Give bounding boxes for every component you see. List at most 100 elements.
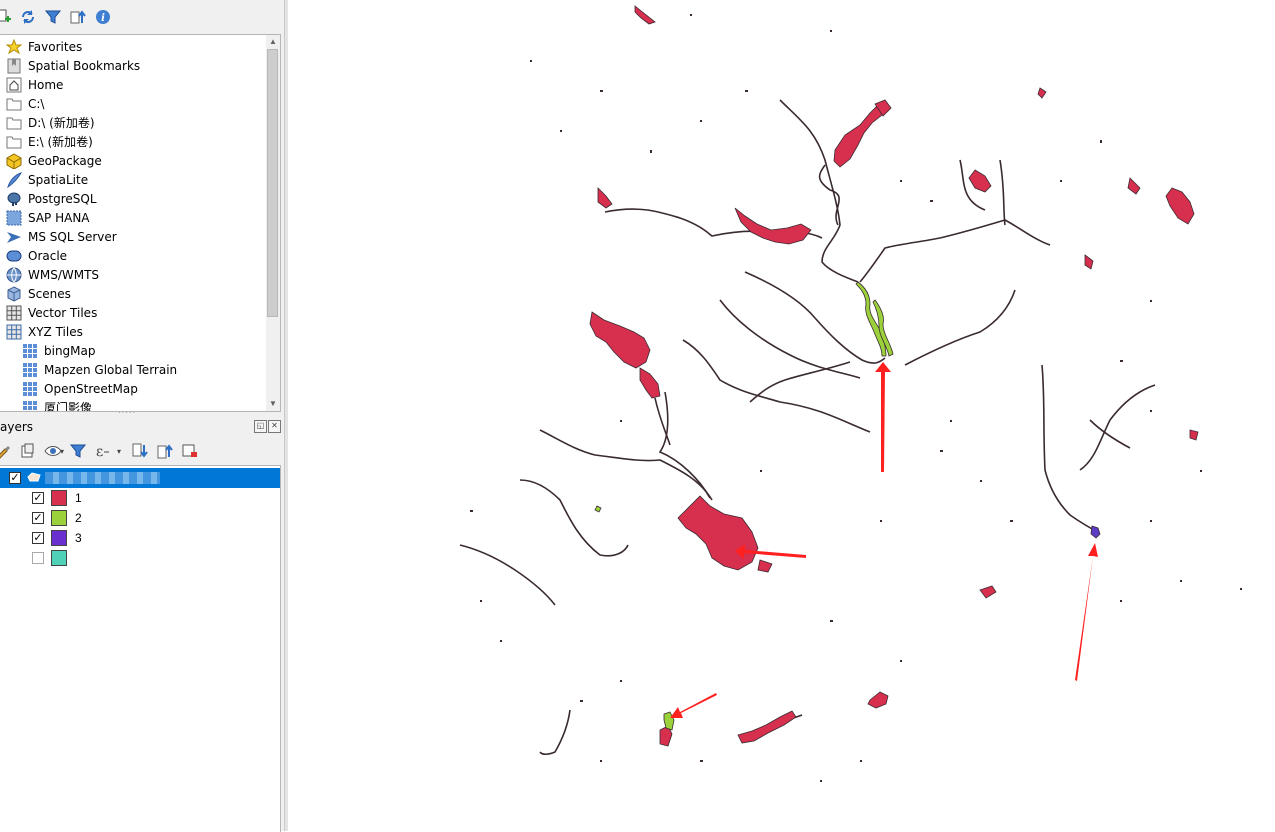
tree-item-label: XYZ Tiles xyxy=(28,324,83,339)
tree-item-label: Oracle xyxy=(28,248,68,263)
scroll-down-icon[interactable]: ▼ xyxy=(268,399,278,409)
tree-item-label: Favorites xyxy=(28,39,83,54)
collapse-all-icon[interactable] xyxy=(69,8,87,26)
tree-item-wms-wmts[interactable]: WMS/WMTS xyxy=(6,265,266,284)
scroll-up-icon[interactable]: ▲ xyxy=(268,37,278,47)
add-selected-layers-icon[interactable] xyxy=(0,8,14,26)
tree-item-openstreetmap[interactable]: OpenStreetMap xyxy=(22,379,266,398)
collapse-all-icon[interactable] xyxy=(156,442,174,460)
tile-grid-icon xyxy=(22,343,38,359)
scrollbar-thumb[interactable] xyxy=(267,49,278,317)
tree-item-spatial-bookmarks[interactable]: Spatial Bookmarks xyxy=(6,56,266,75)
tree-item-c-drive[interactable]: C:\ xyxy=(6,94,266,113)
tree-item-mapzen[interactable]: Mapzen Global Terrain xyxy=(22,360,266,379)
tree-item-favorites[interactable]: Favorites xyxy=(6,37,266,56)
style-brush-icon[interactable] xyxy=(0,442,12,460)
category-label: 2 xyxy=(75,511,82,525)
filter-browser-icon[interactable] xyxy=(44,8,62,26)
tree-item-xyz-tiles[interactable]: XYZ Tiles xyxy=(6,322,266,341)
layers-tree[interactable]: ✓ ✓ 1 ✓ 2 ✓ 3 xyxy=(0,465,281,832)
category-label: 3 xyxy=(75,531,82,545)
tree-item-home[interactable]: Home xyxy=(6,75,266,94)
tree-item-label: Mapzen Global Terrain xyxy=(44,362,178,377)
category-checkbox[interactable]: ✓ xyxy=(32,532,44,544)
layer-visibility-checkbox[interactable]: ✓ xyxy=(9,472,21,484)
tree-item-label: SAP HANA xyxy=(28,210,90,225)
tree-item-label: C:\ xyxy=(28,96,45,111)
layer-name-redacted xyxy=(45,472,160,484)
cube-icon xyxy=(6,285,22,302)
legend-category-row[interactable]: ✓ 2 xyxy=(0,508,280,528)
layers-panel-title: ayers xyxy=(0,420,34,434)
postgresql-elephant-icon xyxy=(6,191,22,207)
dropdown-arrow-icon[interactable]: ▾ xyxy=(110,442,128,460)
tile-grid-icon xyxy=(22,362,38,378)
water-polygons xyxy=(589,5,1199,747)
category-checkbox[interactable]: ✓ xyxy=(32,492,44,504)
grid-icon xyxy=(6,324,22,340)
tree-item-label: PostgreSQL xyxy=(28,191,97,206)
spatialite-feather-icon xyxy=(6,171,22,188)
splitter-grip[interactable]: ····· xyxy=(118,409,148,417)
tree-item-label: Vector Tiles xyxy=(28,305,98,320)
tree-item-label: D:\ (新加卷) xyxy=(28,116,95,130)
mssql-icon xyxy=(6,229,22,245)
refresh-icon[interactable] xyxy=(19,8,37,26)
folder-icon xyxy=(6,134,22,150)
legend-category-row[interactable]: ✓ 1 xyxy=(0,488,280,508)
tree-item-label: MS SQL Server xyxy=(28,229,117,244)
properties-info-icon[interactable]: i xyxy=(94,8,112,26)
tree-item-e-drive[interactable]: E:\ (新加卷) xyxy=(6,132,266,151)
close-panel-icon[interactable]: ✕ xyxy=(268,420,281,433)
remove-layer-icon[interactable] xyxy=(181,442,199,460)
tree-item-postgresql[interactable]: PostgreSQL xyxy=(6,189,266,208)
layers-panel-header: ayers ◱ ✕ xyxy=(0,417,283,437)
browser-scrollbar[interactable]: ▲ ▼ xyxy=(266,34,281,412)
tree-item-vector-tiles[interactable]: Vector Tiles xyxy=(6,303,266,322)
tree-item-label: E:\ (新加卷) xyxy=(28,135,93,149)
tree-item-label: WMS/WMTS xyxy=(28,267,100,282)
geopackage-icon xyxy=(6,152,22,169)
tree-item-mssql[interactable]: MS SQL Server xyxy=(6,227,266,246)
tree-item-geopackage[interactable]: GeoPackage xyxy=(6,151,266,170)
legend-category-row[interactable] xyxy=(0,548,280,568)
grid-icon xyxy=(6,305,22,321)
folder-icon xyxy=(6,115,22,131)
category-color-swatch xyxy=(51,530,67,546)
filter-legend-icon[interactable] xyxy=(69,442,87,460)
left-dock-panel: i Favorites Spatial Bookmarks Home C:\ D… xyxy=(0,0,287,832)
tree-item-sap-hana[interactable]: SAP HANA xyxy=(6,208,266,227)
tree-item-d-drive[interactable]: D:\ (新加卷) xyxy=(6,113,266,132)
layer-row-main[interactable]: ✓ xyxy=(0,468,280,488)
tree-item-spatialite[interactable]: SpatiaLite xyxy=(6,170,266,189)
tree-item-bingmap[interactable]: bingMap xyxy=(22,341,266,360)
browser-toolbar: i xyxy=(0,0,280,34)
float-panel-icon[interactable]: ◱ xyxy=(254,420,267,433)
tree-item-xiamen-imagery[interactable]: 厦门影像 xyxy=(22,398,266,412)
river-network-lines xyxy=(459,99,1156,756)
tree-item-oracle[interactable]: Oracle xyxy=(6,246,266,265)
tree-item-label: 厦门影像 xyxy=(44,401,93,412)
tree-item-scenes[interactable]: Scenes xyxy=(6,284,266,303)
svg-text:i: i xyxy=(101,13,105,24)
tree-item-label: OpenStreetMap xyxy=(44,381,138,396)
layers-toolbar: ▾ ε ▾ xyxy=(0,438,283,464)
category-checkbox[interactable] xyxy=(32,552,44,564)
legend-category-row[interactable]: ✓ 3 xyxy=(0,528,280,548)
category-checkbox[interactable]: ✓ xyxy=(32,512,44,524)
tile-grid-icon xyxy=(22,400,38,411)
tile-grid-icon xyxy=(22,381,38,397)
tree-item-label: GeoPackage xyxy=(28,153,102,168)
tree-item-label: bingMap xyxy=(44,343,96,358)
add-group-icon[interactable] xyxy=(19,442,37,460)
folder-icon xyxy=(6,96,22,112)
bookmark-icon xyxy=(6,58,22,74)
tree-item-label: SpatiaLite xyxy=(28,172,89,187)
browser-tree[interactable]: Favorites Spatial Bookmarks Home C:\ D:\… xyxy=(0,34,267,412)
category-label: 1 xyxy=(75,491,82,505)
expand-all-icon[interactable] xyxy=(131,442,149,460)
polygon-layer-icon xyxy=(27,471,41,485)
oracle-icon xyxy=(6,248,22,264)
map-canvas[interactable] xyxy=(288,0,1275,831)
home-icon xyxy=(6,77,22,93)
